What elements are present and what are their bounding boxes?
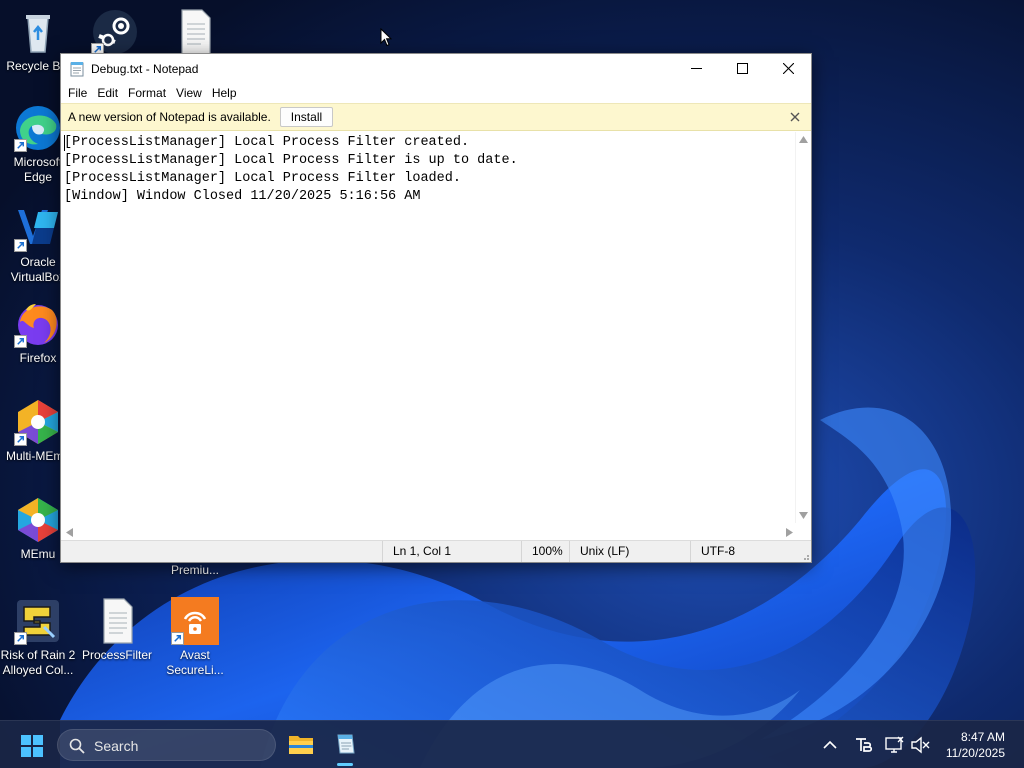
volume-muted-icon[interactable] (910, 735, 930, 755)
menu-edit[interactable]: Edit (92, 86, 123, 100)
shortcut-arrow-icon (14, 239, 27, 252)
text-file-icon (93, 597, 141, 645)
window-title: Debug.txt - Notepad (91, 61, 199, 76)
infobar-close-icon[interactable] (789, 111, 801, 123)
desktop-icon-processfilter[interactable]: ProcessFilter (79, 597, 155, 663)
shortcut-arrow-icon (14, 335, 27, 348)
edge-icon (14, 104, 62, 152)
menu-help[interactable]: Help (207, 86, 242, 100)
horizontal-scrollbar[interactable] (61, 524, 797, 540)
desktop-icon-premium[interactable]: Premiu... (157, 563, 233, 578)
mouse-cursor-icon (380, 28, 392, 47)
shortcut-arrow-icon (14, 433, 27, 446)
tray-app-icon[interactable] (853, 735, 873, 755)
scroll-down-arrow-icon[interactable] (799, 512, 808, 519)
menu-view[interactable]: View (171, 86, 207, 100)
update-infobar: A new version of Notepad is available. I… (61, 103, 811, 131)
scroll-up-arrow-icon[interactable] (799, 136, 808, 143)
desktop-icon-risk-of-rain-2[interactable]: Risk of Rain 2 Alloyed Col... (0, 597, 76, 678)
minimize-icon (690, 68, 702, 69)
risk-of-rain-icon (14, 597, 62, 645)
text-editor[interactable]: [ProcessListManager] Local Process Filte… (61, 132, 811, 523)
scroll-left-arrow-icon[interactable] (66, 528, 73, 537)
avast-vpn-icon (171, 597, 219, 645)
windows-start-icon[interactable] (21, 735, 43, 757)
maximize-button[interactable] (719, 54, 765, 83)
maximize-icon (736, 63, 748, 74)
close-button[interactable] (765, 54, 811, 83)
active-app-indicator (337, 763, 353, 766)
cursor-position: Ln 1, Col 1 (382, 541, 521, 562)
clock-date: 11/20/2025 (945, 746, 1005, 760)
desktop-icon-text-file[interactable] (157, 8, 233, 59)
shortcut-arrow-icon (171, 632, 184, 645)
update-message: A new version of Notepad is available. (68, 110, 271, 124)
network-icon[interactable] (884, 735, 904, 755)
shortcut-arrow-icon (14, 632, 27, 645)
multi-memu-icon (14, 398, 62, 446)
notepad-window[interactable]: Debug.txt - Notepad File Edit Format Vie… (60, 53, 812, 563)
encoding: UTF-8 (690, 541, 811, 562)
menu-file[interactable]: File (63, 86, 92, 100)
minimize-button[interactable] (673, 54, 719, 83)
file-explorer-icon[interactable] (288, 732, 314, 756)
title-bar[interactable]: Debug.txt - Notepad (61, 54, 811, 83)
line-endings: Unix (LF) (569, 541, 690, 562)
text-line: [ProcessListManager] Local Process Filte… (64, 153, 518, 168)
zoom-level: 100% (521, 541, 569, 562)
status-bar: Ln 1, Col 1 100% Unix (LF) UTF-8 (61, 540, 811, 562)
document-text[interactable]: [ProcessListManager] Local Process Filte… (64, 134, 518, 206)
notepad-app-icon (70, 61, 84, 76)
steam-icon (91, 8, 139, 56)
memu-icon (14, 496, 62, 544)
menu-format[interactable]: Format (123, 86, 171, 100)
firefox-icon (14, 300, 62, 348)
search-icon (69, 738, 85, 754)
virtualbox-icon (14, 204, 62, 252)
menu-bar: File Edit Format View Help (61, 83, 811, 103)
vertical-scrollbar[interactable] (795, 132, 811, 523)
recycle-bin-icon (14, 8, 62, 56)
taskbar-search-box[interactable]: Search (57, 729, 276, 761)
desktop-icon-avast-secureline[interactable]: Avast SecureLi... (157, 597, 233, 678)
chevron-up-icon[interactable] (820, 735, 840, 755)
close-icon (782, 63, 794, 74)
scroll-right-arrow-icon[interactable] (786, 528, 793, 537)
clock-time: 8:47 AM (960, 730, 1005, 744)
desktop-icon-steam[interactable] (77, 8, 153, 59)
text-file-icon (171, 8, 219, 56)
text-line: [Window] Window Closed 11/20/2025 5:16:5… (64, 189, 421, 204)
text-line: [ProcessListManager] Local Process Filte… (64, 135, 470, 150)
taskbar: Search 8:47 AM 11/20/2025 (0, 720, 1024, 768)
resize-grip-icon[interactable] (801, 552, 809, 560)
shortcut-arrow-icon (14, 139, 27, 152)
text-line: [ProcessListManager] Local Process Filte… (64, 171, 461, 186)
search-placeholder: Search (94, 738, 139, 754)
taskbar-clock[interactable]: 8:47 AM 11/20/2025 (946, 729, 1005, 761)
notepad-taskbar-icon[interactable] (333, 732, 357, 756)
install-button[interactable]: Install (279, 107, 334, 127)
